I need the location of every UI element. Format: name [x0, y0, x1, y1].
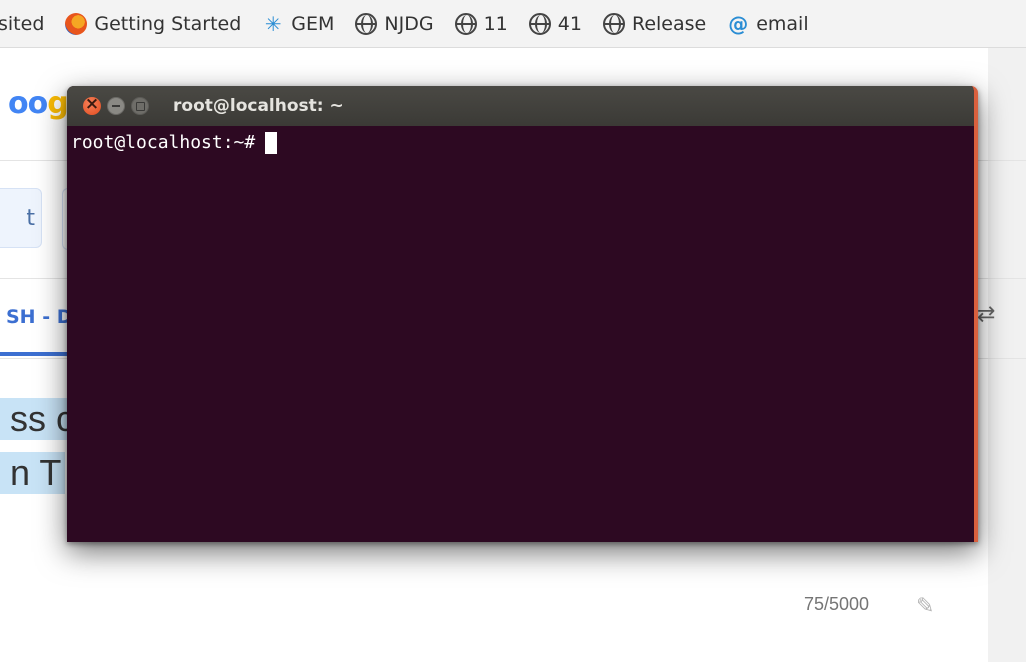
terminal-content[interactable]: root@localhost:~# [67, 126, 974, 542]
edit-pencil-icon[interactable]: ✎ [916, 594, 934, 619]
character-counter: 75/5000 [804, 594, 870, 614]
minimize-window-icon[interactable] [107, 97, 125, 115]
bookmark-label: email [756, 12, 809, 35]
bookmark-label: Release [631, 12, 707, 35]
firefox-icon [65, 12, 88, 35]
terminal-titlebar[interactable]: root@localhost: ~ [67, 86, 974, 126]
bookmarks-bar: sited Getting Started ✳ GEM NJDG 11 41 R… [0, 0, 1026, 48]
bookmark-getting-started[interactable]: Getting Started [65, 12, 242, 35]
text-cursor [265, 132, 278, 154]
close-window-icon[interactable] [83, 94, 101, 115]
bookmark-release[interactable]: Release [602, 12, 707, 35]
bookmark-label: 11 [483, 12, 508, 35]
shell-prompt: root@localhost:~# [71, 132, 256, 153]
gem-icon: ✳ [264, 11, 282, 36]
bookmark-gem[interactable]: ✳ GEM [262, 11, 335, 36]
globe-icon [454, 12, 477, 35]
bookmark-41[interactable]: 41 [528, 12, 582, 35]
globe-icon [602, 12, 625, 35]
globe-icon [528, 12, 551, 35]
text-button-fragment[interactable]: t [0, 188, 42, 248]
bookmark-label: sited [0, 12, 45, 35]
swap-languages-icon[interactable]: ⇄ [977, 302, 995, 327]
bookmark-label: NJDG [384, 12, 434, 35]
bookmark-label: GEM [291, 12, 335, 35]
bookmark-11[interactable]: 11 [454, 12, 508, 35]
globe-icon [355, 12, 378, 35]
bookmark-email[interactable]: @ email [727, 13, 808, 35]
bookmark-label: 41 [557, 12, 582, 35]
google-logo-fragment: oog [8, 86, 69, 121]
at-icon: @ [728, 11, 749, 36]
page-scroll-area [988, 48, 1026, 662]
terminal-title: root@localhost: ~ [173, 96, 344, 116]
logo-letter: g [47, 86, 69, 121]
active-tab-indicator [0, 352, 68, 356]
maximize-window-icon[interactable] [131, 97, 149, 115]
bookmark-most-visited[interactable]: sited [0, 13, 44, 35]
source-text-line: n T [0, 452, 66, 494]
bookmark-label: Getting Started [94, 12, 242, 35]
bookmark-njdg[interactable]: NJDG [355, 12, 434, 35]
language-tab[interactable]: SH - D [6, 306, 72, 328]
terminal-window[interactable]: root@localhost: ~ root@localhost:~# [67, 86, 978, 542]
logo-letters: oo [8, 86, 48, 121]
